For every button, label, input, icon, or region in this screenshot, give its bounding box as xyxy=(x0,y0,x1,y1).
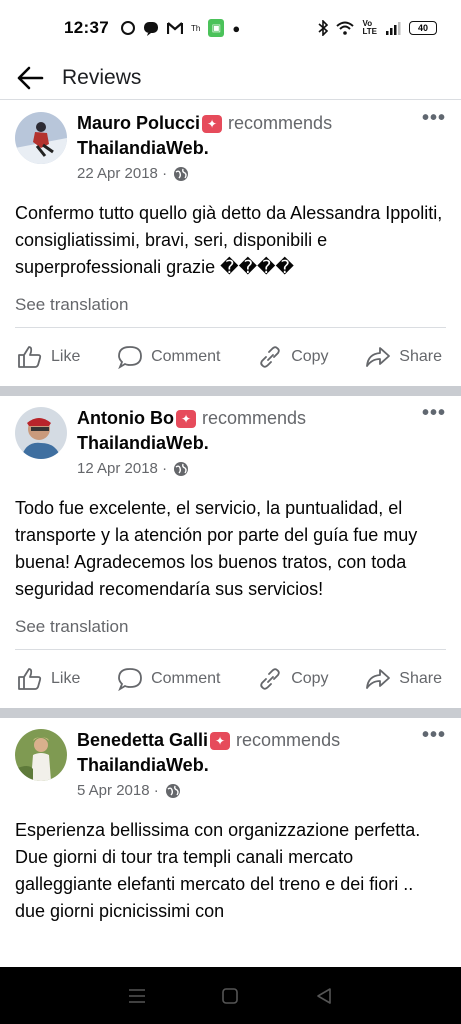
home-button[interactable] xyxy=(210,976,250,1016)
recommends-text: recommends xyxy=(201,408,307,428)
system-nav-bar xyxy=(0,967,461,1024)
avatar[interactable] xyxy=(15,407,67,459)
status-bar: 12:37 Th ▣ ● Vo LTE 40 xyxy=(0,0,461,56)
copy-button[interactable]: Copy xyxy=(257,345,329,369)
line-icon xyxy=(143,20,159,36)
share-icon xyxy=(366,347,391,367)
status-time: 12:37 xyxy=(64,18,109,37)
page-name[interactable]: ThailandiaWeb xyxy=(77,433,204,453)
signal-icon xyxy=(385,21,401,35)
home-square-icon xyxy=(222,987,239,1004)
like-label: Like xyxy=(51,670,81,687)
reviews-feed[interactable]: Mauro Polucci ✦ recommends ThailandiaWeb. … xyxy=(0,101,461,967)
globe-icon xyxy=(173,461,189,477)
app-header: Reviews xyxy=(0,56,461,100)
copy-button[interactable]: Copy xyxy=(257,667,329,691)
share-button[interactable]: Share xyxy=(365,345,442,369)
target-icon xyxy=(120,21,135,35)
link-icon xyxy=(260,346,280,368)
like-icon xyxy=(18,668,42,690)
copy-label: Copy xyxy=(291,348,329,365)
review-date[interactable]: 22 Apr 2018 · xyxy=(77,165,167,182)
dot-icon: ● xyxy=(232,20,241,36)
globe-icon xyxy=(165,783,181,799)
review-text: Esperienza bellissima con organizzazione… xyxy=(15,820,421,921)
comment-label: Comment xyxy=(151,348,221,365)
comment-button[interactable]: Comment xyxy=(117,345,220,369)
back-triangle-icon xyxy=(317,987,331,1004)
more-options-icon[interactable]: ••• xyxy=(422,403,446,423)
like-button[interactable]: Like xyxy=(17,667,80,691)
battery-icon: 40 xyxy=(409,21,437,35)
like-label: Like xyxy=(51,348,81,365)
gmail-icon xyxy=(166,21,183,35)
review-card: Benedetta Galli ✦ recommends ThailandiaWeb… xyxy=(0,718,461,925)
page-name[interactable]: ThailandiaWeb xyxy=(77,138,204,158)
period: . xyxy=(203,755,209,775)
volte-icon: Vo LTE xyxy=(362,19,377,36)
recommends-text: recommends xyxy=(236,730,341,750)
author-name[interactable]: Mauro Polucci xyxy=(77,113,200,133)
see-translation-link[interactable]: See translation xyxy=(15,295,446,328)
recommend-badge-icon: ✦ xyxy=(175,410,196,428)
thai-app-icon: Th xyxy=(190,23,201,33)
see-translation-link[interactable]: See translation xyxy=(15,617,446,650)
share-label: Share xyxy=(399,670,442,687)
page-name[interactable]: ThailandiaWeb xyxy=(77,755,204,775)
menu-lines-icon xyxy=(128,988,145,1003)
link-icon xyxy=(260,668,280,690)
avatar[interactable] xyxy=(15,112,67,164)
period: . xyxy=(203,433,209,453)
comment-label: Comment xyxy=(151,670,221,687)
like-button[interactable]: Like xyxy=(17,345,80,369)
divider xyxy=(0,708,461,718)
review-card: Mauro Polucci ✦ recommends ThailandiaWeb. … xyxy=(0,101,461,386)
recommend-badge-icon: ✦ xyxy=(210,732,231,750)
share-label: Share xyxy=(399,348,442,365)
author-name[interactable]: Antonio Bo xyxy=(77,408,174,428)
bluetooth-icon xyxy=(318,20,329,36)
globe-icon xyxy=(173,166,189,182)
copy-label: Copy xyxy=(291,670,329,687)
share-button[interactable]: Share xyxy=(365,667,442,691)
back-arrow-icon[interactable] xyxy=(10,58,50,98)
more-options-icon[interactable]: ••• xyxy=(422,108,446,128)
period: . xyxy=(203,138,209,158)
action-bar: Like Comment Copy Share xyxy=(15,328,446,386)
review-date[interactable]: 5 Apr 2018 · xyxy=(77,782,159,799)
recommend-badge-icon: ✦ xyxy=(202,115,223,133)
shopping-bag-icon: ▣ xyxy=(208,19,225,37)
review-text: Confermo tutto quello già detto da Aless… xyxy=(15,203,443,277)
recents-button[interactable] xyxy=(117,976,157,1016)
divider xyxy=(0,386,461,396)
author-name[interactable]: Benedetta Galli xyxy=(77,730,208,750)
comment-icon xyxy=(118,346,142,369)
more-options-icon[interactable]: ••• xyxy=(422,725,446,745)
review-date[interactable]: 12 Apr 2018 · xyxy=(77,460,167,477)
share-icon xyxy=(366,669,391,689)
review-card: Antonio Bo ✦ recommends ThailandiaWeb. 12 … xyxy=(0,396,461,708)
action-bar: Like Comment Copy Share xyxy=(15,650,446,708)
back-button[interactable] xyxy=(304,976,344,1016)
like-icon xyxy=(18,346,42,368)
comment-icon xyxy=(118,668,142,691)
comment-button[interactable]: Comment xyxy=(117,667,220,691)
wifi-icon xyxy=(336,21,355,35)
page-title: Reviews xyxy=(62,65,142,89)
recommends-text: recommends xyxy=(228,113,333,133)
review-text: Todo fue excelente, el servicio, la punt… xyxy=(15,498,418,599)
avatar[interactable] xyxy=(15,729,67,781)
